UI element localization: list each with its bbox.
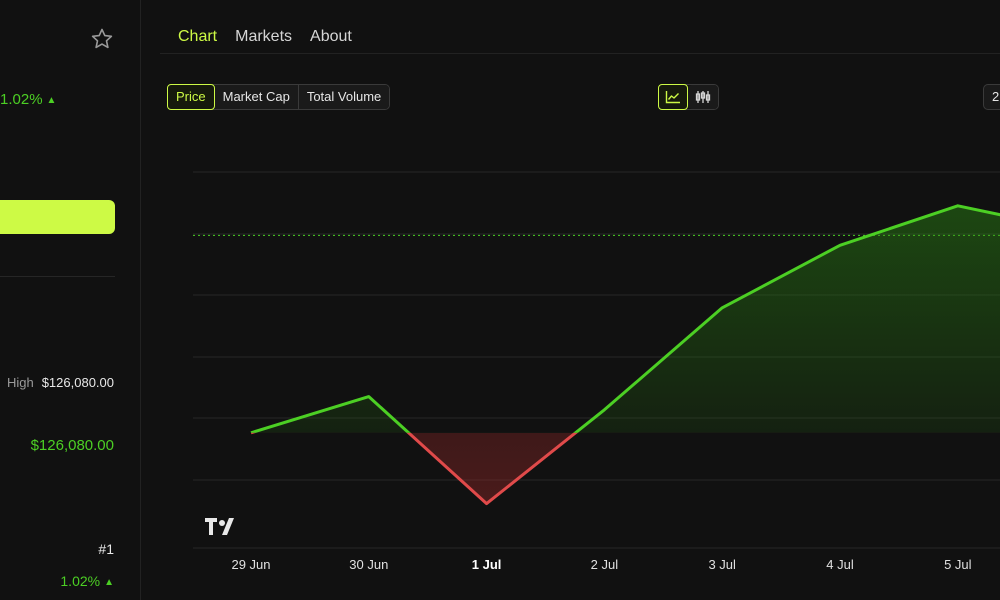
metric-price-button[interactable]: Price xyxy=(167,84,215,110)
x-tick-label: 4 Jul xyxy=(826,557,854,572)
metric-market-cap-button[interactable]: Market Cap xyxy=(214,85,299,109)
x-tick-label: 3 Jul xyxy=(708,557,736,572)
primary-action-button[interactable] xyxy=(0,200,115,234)
x-tick-label: 5 Jul xyxy=(944,557,972,572)
high-value: $126,080.00 xyxy=(41,375,114,390)
x-tick-label: 2 Jul xyxy=(591,557,619,572)
tabs-divider xyxy=(160,53,1000,54)
metric-total-volume-button[interactable]: Total Volume xyxy=(298,85,390,109)
line-chart-icon xyxy=(665,91,680,104)
price-area-down xyxy=(408,432,576,504)
up-arrow-icon: ▲ xyxy=(46,95,57,106)
high-price-row: High $126,080.00 xyxy=(7,375,114,390)
candlestick-chart-button[interactable] xyxy=(688,85,718,109)
price-chart: 29 Jun 30 Jun 1 Jul 2 Jul 3 Jul 4 Jul 5 Jul xyxy=(193,171,1000,572)
x-tick-label: 29 Jun xyxy=(231,557,270,572)
price-change-top: 1.02% ▲ xyxy=(0,91,56,108)
chart-style-selector xyxy=(658,84,719,110)
tab-chart[interactable]: Chart xyxy=(178,28,217,52)
tradingview-logo xyxy=(205,518,239,541)
metric-selector: Price Market Cap Total Volume xyxy=(167,84,391,110)
price-change-bottom: 1.02% ▲ xyxy=(60,573,114,589)
price-value: $126,080.00 xyxy=(30,437,114,454)
favorite-star-icon[interactable] xyxy=(90,27,114,51)
tab-about[interactable]: About xyxy=(310,28,352,52)
high-label: High xyxy=(6,375,34,390)
candlestick-icon xyxy=(695,91,711,103)
content-tabs: Chart Markets About xyxy=(178,28,352,52)
up-arrow-icon: ▲ xyxy=(104,577,114,588)
price-change-value: 1.02% xyxy=(0,91,43,108)
x-tick-label: 30 Jun xyxy=(349,557,388,572)
price-change-bottom-value: 1.02% xyxy=(60,573,101,589)
x-axis-ticks: 29 Jun 30 Jun 1 Jul 2 Jul 3 Jul 4 Jul 5 Jul xyxy=(231,557,971,572)
line-chart-button[interactable] xyxy=(658,84,688,110)
price-line-up xyxy=(250,204,1000,433)
market-rank: #1 xyxy=(98,541,114,557)
tab-markets[interactable]: Markets xyxy=(235,28,292,52)
chart-gridlines xyxy=(193,171,1000,549)
price-line-down xyxy=(251,432,578,506)
x-tick-label: 1 Jul xyxy=(472,557,502,572)
coin-summary-panel: 1.02% ▲ High $126,080.00 $126,080.00 #1 1.… xyxy=(0,0,141,600)
price-area-up xyxy=(251,205,1000,433)
panel-divider xyxy=(0,276,115,277)
time-range-button[interactable]: 2 xyxy=(983,84,1000,110)
